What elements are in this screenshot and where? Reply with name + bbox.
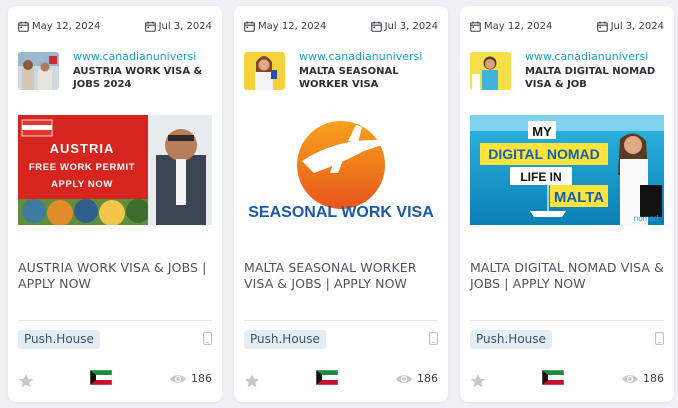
start-date-text: May 12, 2024: [484, 20, 553, 32]
banner-line-3: APPLY NOW: [51, 179, 113, 190]
star-icon[interactable]: [244, 373, 260, 389]
ad-title: MALTA SEASONAL WORKER VISA: [299, 66, 399, 90]
ad-description: AUSTRIA WORK VISA & JOBS | APPLY NOW: [18, 260, 207, 291]
ad-header: www.canadianuniversi AUSTRIA WORK VISA &…: [73, 50, 214, 91]
ad-card[interactable]: May 12, 2024 Jul 3, 2024 www.canadianuni…: [460, 6, 674, 402]
eye-icon: [395, 373, 413, 385]
calendar-icon: [244, 21, 255, 32]
views-count: 186: [621, 372, 664, 385]
ad-thumbnail[interactable]: [18, 52, 59, 90]
date-range: May 12, 2024 Jul 3, 2024: [470, 18, 664, 34]
views-count: 186: [395, 372, 438, 385]
star-icon[interactable]: [470, 373, 486, 389]
views-value: 186: [643, 372, 664, 385]
ad-banner-image[interactable]: MY DIGITAL NOMAD LIFE IN MALTA nomad: [470, 115, 664, 225]
start-date-text: May 12, 2024: [32, 20, 101, 32]
mobile-icon: [655, 332, 664, 345]
ad-thumbnail[interactable]: [244, 52, 285, 90]
end-date: Jul 3, 2024: [597, 20, 664, 32]
calendar-icon: [597, 21, 608, 32]
views-value: 186: [191, 372, 212, 385]
ad-site-link[interactable]: www.canadianuniversi: [525, 50, 666, 64]
ad-thumbnail[interactable]: [470, 52, 511, 90]
start-date-text: May 12, 2024: [258, 20, 327, 32]
calendar-icon: [145, 21, 156, 32]
calendar-icon: [470, 21, 481, 32]
banner-line-1: MY: [532, 124, 552, 139]
mobile-icon: [203, 332, 212, 345]
calendar-icon: [18, 21, 29, 32]
banner-line-1: AUSTRIA: [50, 141, 115, 156]
network-tag[interactable]: Push.House: [18, 330, 100, 349]
end-date-text: Jul 3, 2024: [610, 20, 664, 32]
eye-icon: [621, 373, 639, 385]
views-count: 186: [169, 372, 212, 385]
calendar-icon: [371, 21, 382, 32]
ad-header: www.canadianuniversi MALTA DIGITAL NOMAD…: [525, 50, 666, 91]
start-date: May 12, 2024: [18, 20, 101, 32]
ad-card[interactable]: May 12, 2024 Jul 3, 2024 www.canadianuni…: [234, 6, 448, 402]
kuwait-flag-icon: [90, 370, 112, 385]
end-date-text: Jul 3, 2024: [384, 20, 438, 32]
banner-line-5: nomad: [634, 214, 658, 223]
banner-line-1: SEASONAL WORK VISA: [248, 204, 434, 221]
divider: [470, 320, 664, 321]
start-date: May 12, 2024: [244, 20, 327, 32]
ad-header: www.canadianuniversi MALTA SEASONAL WORK…: [299, 50, 440, 91]
start-date: May 12, 2024: [470, 20, 553, 32]
ad-banner-image[interactable]: SEASONAL WORK VISA: [244, 115, 438, 225]
divider: [244, 320, 438, 321]
star-icon[interactable]: [18, 373, 34, 389]
network-tag[interactable]: Push.House: [470, 330, 552, 349]
banner-line-3: LIFE IN: [520, 170, 561, 184]
ad-description: MALTA DIGITAL NOMAD VISA & JOBS | APPLY …: [470, 260, 665, 291]
end-date-text: Jul 3, 2024: [158, 20, 212, 32]
mobile-icon: [429, 332, 438, 345]
eye-icon: [169, 373, 187, 385]
date-range: May 12, 2024 Jul 3, 2024: [244, 18, 438, 34]
ad-site-link[interactable]: www.canadianuniversi: [299, 50, 440, 64]
ad-card[interactable]: May 12, 2024 Jul 3, 2024 www.canadianuni…: [8, 6, 222, 402]
ad-description: MALTA SEASONAL WORKER VISA & JOBS | APPL…: [244, 260, 417, 291]
end-date: Jul 3, 2024: [145, 20, 212, 32]
ad-title: AUSTRIA WORK VISA & JOBS 2024: [73, 66, 203, 90]
kuwait-flag-icon: [316, 370, 338, 385]
banner-line-4: MALTA: [554, 189, 604, 206]
kuwait-flag-icon: [542, 370, 564, 385]
ad-banner-image[interactable]: AUSTRIA FREE WORK PERMIT APPLY NOW: [18, 115, 212, 225]
network-tag[interactable]: Push.House: [244, 330, 326, 349]
banner-line-2: FREE WORK PERMIT: [29, 162, 135, 173]
views-value: 186: [417, 372, 438, 385]
ad-title: MALTA DIGITAL NOMAD VISA & JOB: [525, 66, 656, 90]
end-date: Jul 3, 2024: [371, 20, 438, 32]
banner-line-2: DIGITAL NOMAD: [488, 146, 599, 162]
divider: [18, 320, 212, 321]
ad-site-link[interactable]: www.canadianuniversi: [73, 50, 214, 64]
date-range: May 12, 2024 Jul 3, 2024: [18, 18, 212, 34]
